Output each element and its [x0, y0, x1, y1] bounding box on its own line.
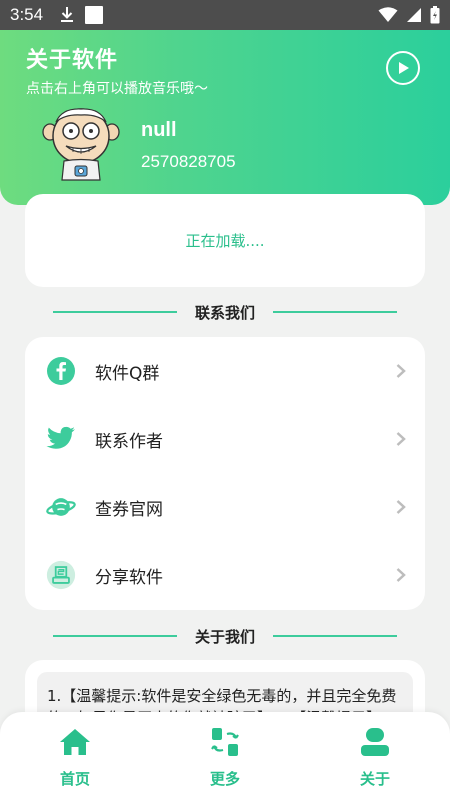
- menu-item-label: 软件Q群: [95, 363, 160, 384]
- divider: [273, 311, 397, 313]
- user-name: null: [141, 119, 177, 141]
- nav-label: 更多: [209, 770, 240, 788]
- menu-item-coupon-site[interactable]: 查券官网: [25, 473, 425, 541]
- share-icon: [46, 560, 76, 590]
- user-icon: [359, 726, 391, 758]
- nav-label: 关于: [359, 770, 390, 788]
- home-icon: [59, 726, 91, 758]
- status-bar: 3:54: [0, 0, 450, 30]
- download-icon: [61, 7, 74, 22]
- nav-more[interactable]: 更多: [190, 726, 260, 792]
- nav-label: 首页: [59, 770, 90, 788]
- loading-text: 正在加载....: [185, 232, 265, 250]
- about-section-title: 关于我们: [0, 624, 450, 648]
- nav-about[interactable]: 关于: [340, 726, 410, 792]
- loading-card: 正在加载....: [25, 194, 425, 287]
- divider: [273, 635, 397, 637]
- about-section-title-text: 关于我们: [194, 627, 255, 646]
- notification-icon: [85, 6, 104, 24]
- divider: [52, 635, 177, 637]
- page-title: 关于软件: [26, 48, 119, 73]
- more-icon: [209, 726, 241, 758]
- menu-item-contact-author[interactable]: 联系作者: [25, 405, 425, 473]
- play-icon: [399, 62, 409, 74]
- user-id: 2570828705: [141, 152, 236, 171]
- chevron-right-icon: [396, 500, 406, 514]
- menu-item-qq-group[interactable]: 软件Q群: [25, 337, 425, 405]
- menu-item-label: 联系作者: [95, 431, 163, 452]
- menu-item-label: 查券官网: [95, 499, 163, 520]
- signal-icon: [407, 8, 421, 22]
- twitter-icon: [46, 424, 76, 454]
- contact-section-title: 联系我们: [0, 300, 450, 324]
- avatar[interactable]: [42, 104, 120, 182]
- contact-menu: 软件Q群 联系作者 查券官网 分享软件: [25, 337, 425, 610]
- chevron-right-icon: [396, 568, 406, 582]
- play-music-button[interactable]: [386, 51, 420, 85]
- menu-item-label: 分享软件: [95, 567, 163, 588]
- wifi-icon: [378, 7, 398, 22]
- status-time: 3:54: [10, 5, 44, 24]
- menu-item-share-app[interactable]: 分享软件: [25, 541, 425, 609]
- status-right-icons: [378, 6, 440, 24]
- bottom-nav: 首页 更多 关于: [0, 712, 450, 800]
- planet-icon: [46, 492, 76, 522]
- page-subtitle: 点击右上角可以播放音乐哦～: [26, 81, 208, 97]
- divider: [52, 311, 177, 313]
- facebook-icon: [46, 356, 76, 386]
- contact-section-title-text: 联系我们: [194, 303, 255, 322]
- battery-icon: [430, 6, 440, 24]
- chevron-right-icon: [396, 432, 406, 446]
- nav-home[interactable]: 首页: [40, 726, 110, 792]
- chevron-right-icon: [396, 364, 406, 378]
